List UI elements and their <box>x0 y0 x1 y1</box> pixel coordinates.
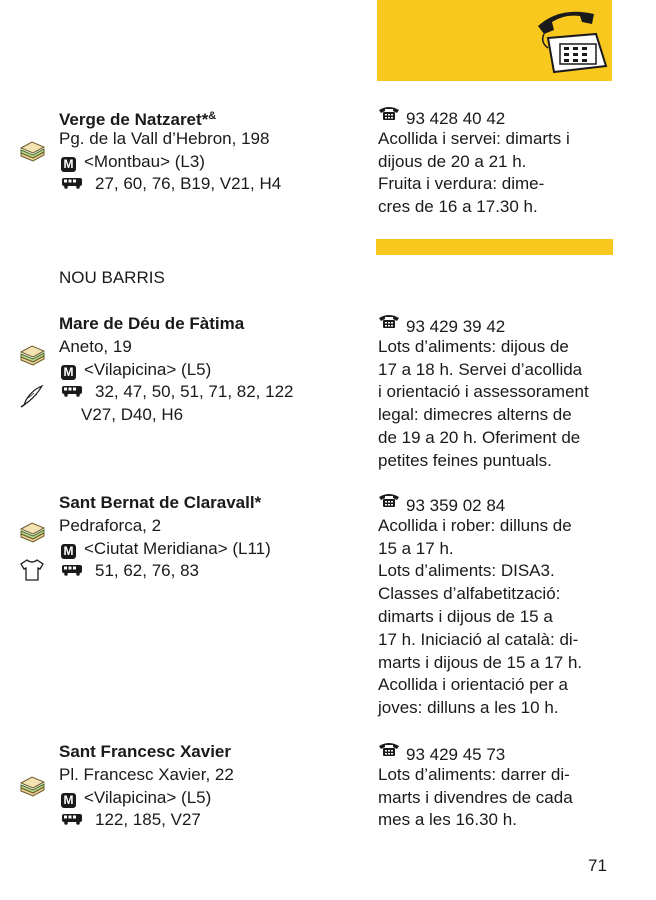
metro-icon: M <box>61 543 76 559</box>
bus-lines: 51, 62, 76, 83 <box>95 561 199 581</box>
detail-line: de 19 a 20 h. Oferiment de <box>378 427 581 447</box>
detail-line: Lots d’aliments: darrer di- <box>378 764 570 784</box>
entry-address: Pl. Francesc Xavier, 22 <box>59 764 234 784</box>
section-title: NOU BARRIS <box>59 268 165 287</box>
tshirt-clothing-icon <box>20 559 44 581</box>
phone-icon <box>378 313 400 329</box>
entry-sant-francesc-xavier-info: 93 429 45 73 Lots d’aliments: darrer di-… <box>378 741 618 832</box>
detail-line: marts i dijous de 15 a 17 h. <box>378 652 583 672</box>
entry-sant-bernat-de-claravall-info: 93 359 02 84 Acollida i rober: dilluns d… <box>378 492 618 720</box>
detail-line: i orientació i assessorament <box>378 382 589 402</box>
quill-pen-icon <box>20 384 44 408</box>
metro-icon: M <box>61 792 76 808</box>
entry-name: Mare de Déu de Fàtima <box>59 314 245 333</box>
entry-address: Aneto, 19 <box>59 336 132 356</box>
detail-line: 15 a 17 h. <box>378 538 454 558</box>
detail-line: 17 a 18 h. Servei d’acollida <box>378 359 583 379</box>
telephone-illustration-icon <box>538 11 608 74</box>
entry-name-superscript: & <box>208 110 217 122</box>
phone-number: 93 429 45 73 <box>406 745 506 764</box>
entry-sant-francesc-xavier: Sant Francesc Xavier Pl. Francesc Xavier… <box>59 741 369 832</box>
divider-yellow-bar <box>376 239 613 255</box>
detail-line: dimarts i dijous de 15 a <box>378 606 553 626</box>
bus-icon <box>61 564 83 576</box>
detail-line: Acollida i servei: dimarts i <box>378 128 570 148</box>
entry-address: Pedraforca, 2 <box>59 515 162 535</box>
detail-line: Fruita i verdura: dime- <box>378 174 545 194</box>
metro-station: <Vilapicina> (L5) <box>84 359 212 379</box>
metro-icon: M <box>61 156 76 172</box>
entry-verge-de-natzaret-info: 93 428 40 42 Acollida i servei: dimarts … <box>378 105 618 219</box>
metro-station: <Ciutat Meridiana> (L11) <box>84 538 271 558</box>
entry-name-text: Verge de Natzaret* <box>59 110 209 129</box>
detail-line: marts i divendres de cada <box>378 787 573 807</box>
phone-icon <box>378 741 400 757</box>
food-sandwich-icon <box>18 773 46 797</box>
entry-name: Sant Bernat de Claravall* <box>59 493 262 512</box>
phone-number: 93 359 02 84 <box>406 496 506 515</box>
food-sandwich-icon <box>18 138 46 162</box>
detail-line: petites feines puntuals. <box>378 450 552 470</box>
metro-icon: M <box>61 364 76 380</box>
entry-mare-de-deu-de-fatima: Mare de Déu de Fàtima Aneto, 19 M <Vilapi… <box>59 313 369 427</box>
entry-name: Verge de Natzaret*& <box>59 105 369 129</box>
entry-sant-bernat-de-claravall: Sant Bernat de Claravall* Pedraforca, 2 … <box>59 492 369 583</box>
detail-line: Lots d’aliments: dijous de <box>378 336 569 356</box>
page-number: 71 <box>588 856 607 875</box>
entry-verge-de-natzaret: Verge de Natzaret*& Pg. de la Vall d’Heb… <box>59 105 369 196</box>
phone-number: 93 429 39 42 <box>406 317 506 336</box>
detail-line: cres de 16 a 17.30 h. <box>378 197 538 217</box>
detail-line: Acollida i orientació per a <box>378 675 568 695</box>
food-sandwich-icon <box>18 519 46 543</box>
phone-icon <box>378 492 400 508</box>
bus-lines: 27, 60, 76, B19, V21, H4 <box>95 174 282 194</box>
detail-line: mes a les 16.30 h. <box>378 810 517 830</box>
bus-lines: 122, 185, V27 <box>95 810 201 830</box>
detail-line: Classes d’alfabetització: <box>378 584 561 604</box>
detail-line: 17 h. Iniciació al català: di- <box>378 629 579 649</box>
detail-line: Acollida i rober: dilluns de <box>378 515 572 535</box>
food-sandwich-icon <box>18 342 46 366</box>
entry-mare-de-deu-de-fatima-info: 93 429 39 42 Lots d’aliments: dijous de … <box>378 313 618 473</box>
metro-station: <Montbau> (L3) <box>84 151 205 171</box>
phone-number: 93 428 40 42 <box>406 109 506 128</box>
entry-name: Sant Francesc Xavier <box>59 742 231 761</box>
metro-station: <Vilapicina> (L5) <box>84 787 212 807</box>
bus-icon <box>61 385 83 397</box>
detail-line: joves: dilluns a les 10 h. <box>378 698 559 718</box>
bus-lines-continued: V27, D40, H6 <box>81 405 184 425</box>
detail-line: dijous de 20 a 21 h. <box>378 151 527 171</box>
detail-line: legal: dimecres alterns de <box>378 405 572 425</box>
bus-icon <box>61 813 83 825</box>
detail-line: Lots d’aliments: DISA3. <box>378 561 555 581</box>
phone-icon <box>378 105 400 121</box>
entry-address: Pg. de la Vall d’Hebron, 198 <box>59 128 270 148</box>
bus-lines: 32, 47, 50, 51, 71, 82, 122 <box>95 382 294 402</box>
bus-icon <box>61 177 83 189</box>
